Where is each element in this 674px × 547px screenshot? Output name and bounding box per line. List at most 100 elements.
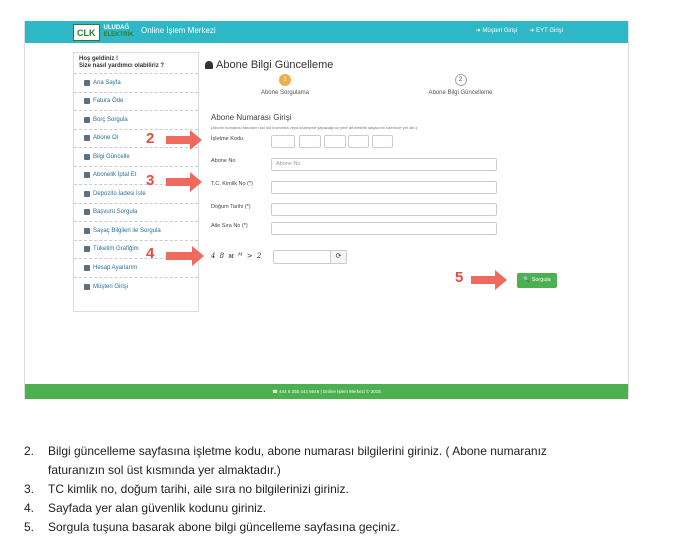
page-title-text: Abone Bilgi Güncelleme <box>216 59 334 71</box>
chart-icon <box>84 246 90 253</box>
top-navbar: CLK ULUDAĞ ELEKTRİK Online İşlem Merkezi… <box>25 21 628 43</box>
step-2-number: 2 <box>454 74 467 86</box>
sidebar-item-home[interactable]: Ana Sayfa <box>74 74 198 93</box>
instruction-item: 3. TC kimlik no, doğum tarihi, aile sıra … <box>24 480 634 499</box>
isletme-kodu-input-1[interactable] <box>271 135 295 148</box>
instruction-number: 5. <box>24 520 35 534</box>
logo[interactable]: CLK ULUDAĞ ELEKTRİK <box>73 23 134 41</box>
sidebar-item-label: Borç Sorgula <box>93 116 128 123</box>
sidebar-item-label: Abone Ol <box>93 135 119 142</box>
step-2: 2 Abone Bilgi Güncelleme <box>423 74 498 96</box>
instruction-number: 2. <box>24 444 35 458</box>
sidebar-greeting: Hoş geldiniz ! Size nasıl yardımcı olabi… <box>74 53 198 74</box>
isletme-kodu-label: İşletme Kodu <box>211 136 244 142</box>
instruction-text: Sorgula tuşuna basarak abone bilgi günce… <box>48 520 400 534</box>
eyt-login-link[interactable]: ➔ EYT Girişi <box>529 27 563 34</box>
abone-no-label: Abone No <box>211 158 236 164</box>
step-1-label: Abone Sorgulama <box>260 90 310 96</box>
logo-text: ULUDAĞ ELEKTRİK <box>104 25 134 39</box>
sidebar-item-label: Müşteri Girişi <box>93 283 129 290</box>
instruction-text: Bilgi güncelleme sayfasına işletme kodu,… <box>48 444 547 458</box>
sidebar-item-application-query[interactable]: Başvuru Sorgula <box>74 204 198 222</box>
credit-card-icon <box>84 98 90 105</box>
dogum-tarihi-input[interactable] <box>271 203 497 216</box>
tc-label: T.C. Kimlik No (*) <box>211 181 253 187</box>
sidebar-item-label: Sayaç Bilgileri ile Sorgula <box>93 227 161 234</box>
aile-sira-input[interactable] <box>271 222 497 235</box>
step-2-label: Abone Bilgi Güncelleme <box>428 90 493 96</box>
instruction-item: 2. Bilgi güncelleme sayfasına işletme kod… <box>24 442 634 461</box>
gauge-icon <box>84 227 90 234</box>
globe-icon <box>84 135 90 142</box>
eyt-login-label: EYT Girişi <box>536 28 563 34</box>
sidebar-item-label: Fatura Öde <box>93 98 124 105</box>
submit-button[interactable]: 🔍 Sorgula <box>517 273 557 288</box>
greeting-subtitle: Size nasıl yardımcı olabiliriz ? <box>79 63 165 69</box>
step-1: 1 Abone Sorgulama <box>255 74 315 96</box>
customer-login-label: Müşteri Girişi <box>482 28 518 34</box>
annotation-4: 4 <box>146 245 155 262</box>
arrow-icon <box>471 270 507 290</box>
sidebar-item-update-info[interactable]: Bilgi Güncelle <box>74 148 198 167</box>
sidebar-item-label: Ana Sayfa <box>93 79 121 86</box>
top-links: ➔ Müşteri Girişi ➔ EYT Girişi <box>476 27 563 34</box>
annotation-2: 2 <box>146 130 155 147</box>
logo-line2: ELEKTRİK <box>103 32 134 38</box>
instruction-item: 5. Sorgula tuşuna basarak abone bilgi gün… <box>24 518 634 537</box>
settings-icon <box>84 264 90 271</box>
tc-input[interactable] <box>271 181 497 194</box>
exchange-icon <box>84 172 90 179</box>
browser-screenshot: CLK ULUDAĞ ELEKTRİK Online İşlem Merkezi… <box>24 21 629 399</box>
sidebar-item-label: Hesap Ayarlarım <box>93 264 138 271</box>
section-title: Abone Numarası Girişi <box>211 113 292 122</box>
sidebar-item-label: Bilgi Güncelle <box>93 153 130 160</box>
step-1-number: 1 <box>279 74 291 86</box>
instruction-item: 4. Sayfada yer alan güvenlik kodunu girin… <box>24 499 634 518</box>
hint-text: (Abone numarası faturanın sol üst kısmın… <box>211 125 418 130</box>
annotation-3: 3 <box>146 172 155 189</box>
instruction-item: faturanızın sol üst kısmında yer almakta… <box>24 461 634 480</box>
instruction-number <box>24 461 48 480</box>
captcha-image: 4 8 ᴍ ᴹ > 2 <box>211 252 263 260</box>
user-icon <box>205 61 213 69</box>
arrow-icon <box>166 172 202 192</box>
home-icon <box>84 79 90 86</box>
abone-no-input[interactable]: Abone No <box>271 158 497 171</box>
greeting-title: Hoş geldiniz ! <box>79 56 118 62</box>
isletme-kodu-input-5[interactable] <box>372 135 393 148</box>
isletme-kodu-input-3[interactable] <box>324 135 346 148</box>
sidebar-item-label: Abonelik İptal Et <box>93 172 137 179</box>
customer-login-link[interactable]: ➔ Müşteri Girişi <box>476 27 518 34</box>
footer: ☎ 444 6 255 444 6646 | Online İşlem Merk… <box>25 384 628 399</box>
instruction-text: faturanızın sol üst kısmında yer almakta… <box>48 463 281 477</box>
aile-sira-label: Aile Sıra No (*) <box>211 223 248 229</box>
sidebar-item-pay-bill[interactable]: Fatura Öde <box>74 93 198 111</box>
sidebar-item-debt-query[interactable]: Borç Sorgula <box>74 111 198 130</box>
submit-label: Sorgula <box>531 277 551 283</box>
money-icon <box>84 190 90 197</box>
site-title: Online İşlem Merkezi <box>141 26 216 35</box>
instruction-text: TC kimlik no, doğum tarihi, aile sıra no… <box>48 482 349 496</box>
logo-mark: CLK <box>73 23 100 41</box>
refresh-icon[interactable]: ⟳ <box>330 250 347 264</box>
sidebar-item-label: Başvuru Sorgula <box>93 209 138 216</box>
isletme-kodu-input-2[interactable] <box>299 135 321 148</box>
sidebar-item-customer-login[interactable]: Müşteri Girişi <box>74 278 198 297</box>
sidebar-item-label: Depozito İadesi İste <box>93 190 146 197</box>
isletme-kodu-input-4[interactable] <box>348 135 369 148</box>
instruction-number: 4. <box>24 501 35 515</box>
sidebar-item-label: Tüketim Grafiğim <box>93 246 139 253</box>
sidebar-item-meter-query[interactable]: Sayaç Bilgileri ile Sorgula <box>74 222 198 241</box>
logo-line1: ULUDAĞ <box>103 25 130 31</box>
arrow-icon <box>166 246 204 266</box>
instructions-list: 2. Bilgi güncelleme sayfasına işletme kod… <box>24 442 634 537</box>
annotation-5: 5 <box>455 269 464 286</box>
captcha-input[interactable] <box>273 250 331 264</box>
search-icon <box>84 116 90 123</box>
users-icon <box>84 209 90 216</box>
edit-icon <box>84 153 90 160</box>
user-group-icon <box>84 283 90 290</box>
instruction-text: Sayfada yer alan güvenlik kodunu giriniz… <box>48 501 267 515</box>
arrow-icon <box>166 130 202 150</box>
instruction-number: 3. <box>24 482 35 496</box>
